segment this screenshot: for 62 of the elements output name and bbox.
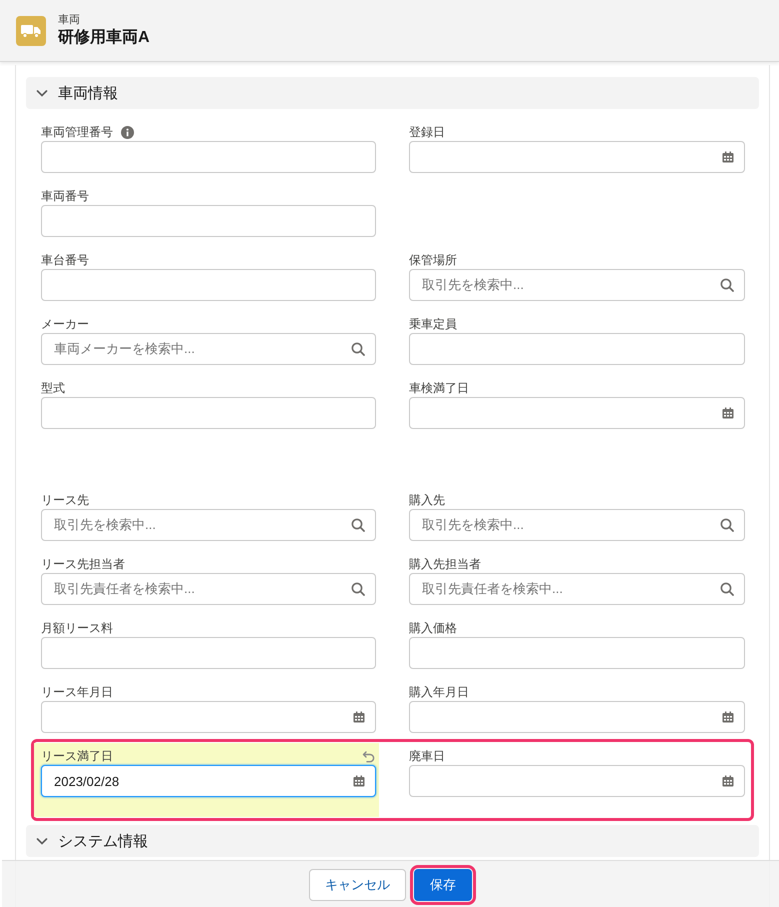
field-label: 乗車定員 [409, 316, 457, 332]
record-title: 研修用車両A [58, 28, 150, 48]
date-field[interactable] [41, 701, 376, 733]
search-icon[interactable] [720, 518, 734, 532]
field-label: 車両番号 [41, 188, 89, 204]
calendar-icon[interactable] [722, 711, 734, 723]
text-field[interactable] [41, 205, 376, 237]
field-label: 購入価格 [409, 620, 457, 636]
chevron-icon[interactable] [36, 835, 48, 847]
calendar-icon[interactable] [722, 151, 734, 163]
text-field[interactable] [41, 397, 376, 429]
field-label: リース満了日 [41, 748, 113, 764]
text-field[interactable] [41, 269, 376, 301]
date-field[interactable] [409, 397, 745, 429]
search-icon[interactable] [351, 518, 365, 532]
field-label: リース年月日 [41, 684, 113, 700]
text-field[interactable] [409, 637, 745, 669]
lookup-field[interactable]: 取引先を検索中... [409, 269, 745, 301]
text-field[interactable] [41, 637, 376, 669]
section-header[interactable]: 車両情報 [26, 77, 759, 109]
truck-icon [16, 16, 46, 46]
calendar-icon[interactable] [353, 711, 365, 723]
lookup-field[interactable]: 取引先を検索中... [41, 509, 376, 541]
date-field[interactable] [409, 141, 745, 173]
search-icon[interactable] [351, 582, 365, 596]
text-field[interactable] [41, 141, 376, 173]
lookup-field[interactable]: 取引先責任者を検索中... [41, 573, 376, 605]
calendar-icon[interactable] [722, 407, 734, 419]
calendar-icon[interactable] [722, 775, 734, 787]
field-label: 保管場所 [409, 252, 457, 268]
field-label: 車検満了日 [409, 380, 469, 396]
field-label: 購入先担当者 [409, 556, 481, 572]
field-label: 車台番号 [41, 252, 89, 268]
section-title: 車両情報 [58, 84, 118, 102]
object-type-label: 車両 [58, 12, 81, 26]
search-icon[interactable] [720, 582, 734, 596]
field-label: 購入年月日 [409, 684, 469, 700]
section-header[interactable]: システム情報 [26, 825, 759, 857]
field-label: メーカー [41, 316, 89, 332]
search-icon[interactable] [720, 278, 734, 292]
date-field[interactable] [409, 701, 745, 733]
search-icon[interactable] [351, 342, 365, 356]
field-label: 登録日 [409, 124, 445, 140]
section-title: システム情報 [58, 832, 148, 850]
undo-icon[interactable] [362, 749, 376, 763]
lookup-field[interactable]: 取引先を検索中... [409, 509, 745, 541]
field-label: リース先担当者 [41, 556, 125, 572]
date-field[interactable]: 2023/02/28 [41, 765, 376, 797]
field-label: 型式 [41, 380, 65, 396]
field-label: 車両管理番号 [41, 124, 113, 140]
field-label: リース先 [41, 492, 89, 508]
date-field[interactable] [409, 765, 745, 797]
calendar-icon[interactable] [353, 775, 365, 787]
field-label: 廃車日 [409, 748, 445, 764]
lookup-field[interactable]: 車両メーカーを検索中... [41, 333, 376, 365]
field-label: 購入先 [409, 492, 445, 508]
chevron-icon[interactable] [36, 87, 48, 99]
field-label: 月額リース料 [41, 620, 113, 636]
lookup-field[interactable]: 取引先責任者を検索中... [409, 573, 745, 605]
cancel-button[interactable]: キャンセル [309, 868, 406, 900]
text-field[interactable] [409, 333, 745, 365]
info-icon[interactable] [121, 126, 134, 138]
